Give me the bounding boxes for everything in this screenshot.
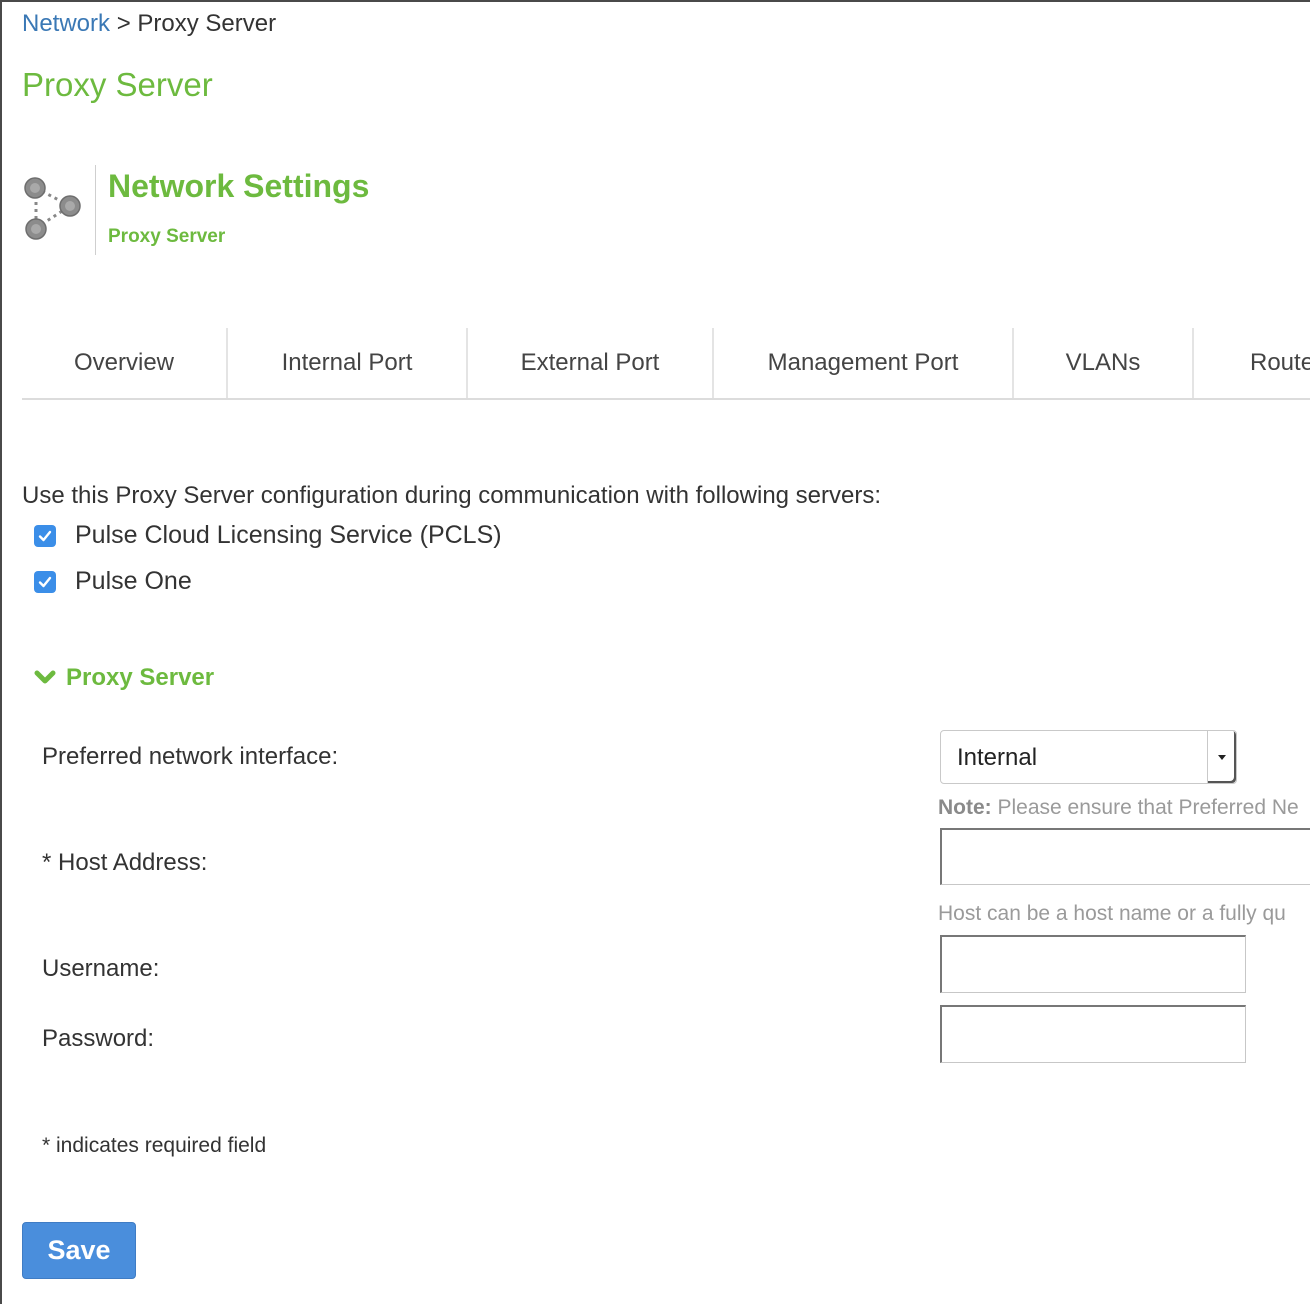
pulse-one-label: Pulse One [75, 567, 192, 595]
proxy-server-section-toggle[interactable]: Proxy Server [34, 664, 214, 692]
tab-external-port[interactable]: External Port [468, 328, 714, 398]
checkmark-icon [38, 576, 52, 587]
tab-bar: Overview Internal Port External Port Man… [22, 328, 1310, 400]
header-divider [95, 165, 96, 255]
host-address-hint: Host can be a host name or a fully qu [938, 902, 1286, 925]
pcls-checkbox[interactable] [34, 524, 56, 547]
preferred-interface-label: Preferred network interface: [42, 743, 339, 770]
preferred-interface-value: Internal [957, 744, 1038, 771]
required-field-note: * indicates required field [42, 1134, 267, 1157]
breadcrumb-link-network[interactable]: Network [22, 10, 110, 37]
host-address-label: * Host Address: [42, 849, 208, 876]
header-title: Network Settings [108, 168, 370, 204]
dropdown-arrow-icon[interactable] [1207, 731, 1236, 783]
breadcrumb-current: Proxy Server [137, 10, 277, 37]
page-title: Proxy Server [22, 66, 213, 103]
tab-vlans[interactable]: VLANs [1014, 328, 1194, 398]
tab-overview[interactable]: Overview [22, 328, 228, 398]
username-input[interactable] [940, 935, 1246, 993]
tab-internal-port[interactable]: Internal Port [228, 328, 468, 398]
pulse-one-option: Pulse One [34, 567, 192, 596]
header-subtitle: Proxy Server [108, 226, 226, 247]
tab-management-port[interactable]: Management Port [714, 328, 1014, 398]
password-label: Password: [42, 1025, 155, 1052]
pulse-one-checkbox[interactable] [34, 570, 56, 593]
pcls-option: Pulse Cloud Licensing Service (PCLS) [34, 521, 502, 550]
tab-route[interactable]: Route [1194, 328, 1310, 398]
chevron-down-icon [34, 670, 56, 684]
preferred-interface-select[interactable]: Internal [940, 730, 1237, 784]
note-label: Note: [938, 796, 992, 819]
checkmark-icon [38, 530, 52, 541]
network-nodes-icon [22, 176, 84, 242]
save-button[interactable]: Save [22, 1222, 136, 1279]
breadcrumb-separator: > [116, 10, 131, 37]
intro-text: Use this Proxy Server configuration duri… [22, 482, 882, 509]
preferred-interface-note: Note: Please ensure that Preferred Ne [938, 796, 1299, 820]
pcls-label: Pulse Cloud Licensing Service (PCLS) [75, 521, 502, 549]
section-title: Proxy Server [66, 664, 215, 691]
host-address-input[interactable] [940, 828, 1310, 885]
breadcrumb: Network > Proxy Server [22, 10, 276, 38]
password-input[interactable] [940, 1005, 1246, 1063]
note-text: Please ensure that Preferred Ne [991, 796, 1299, 819]
username-label: Username: [42, 955, 160, 982]
